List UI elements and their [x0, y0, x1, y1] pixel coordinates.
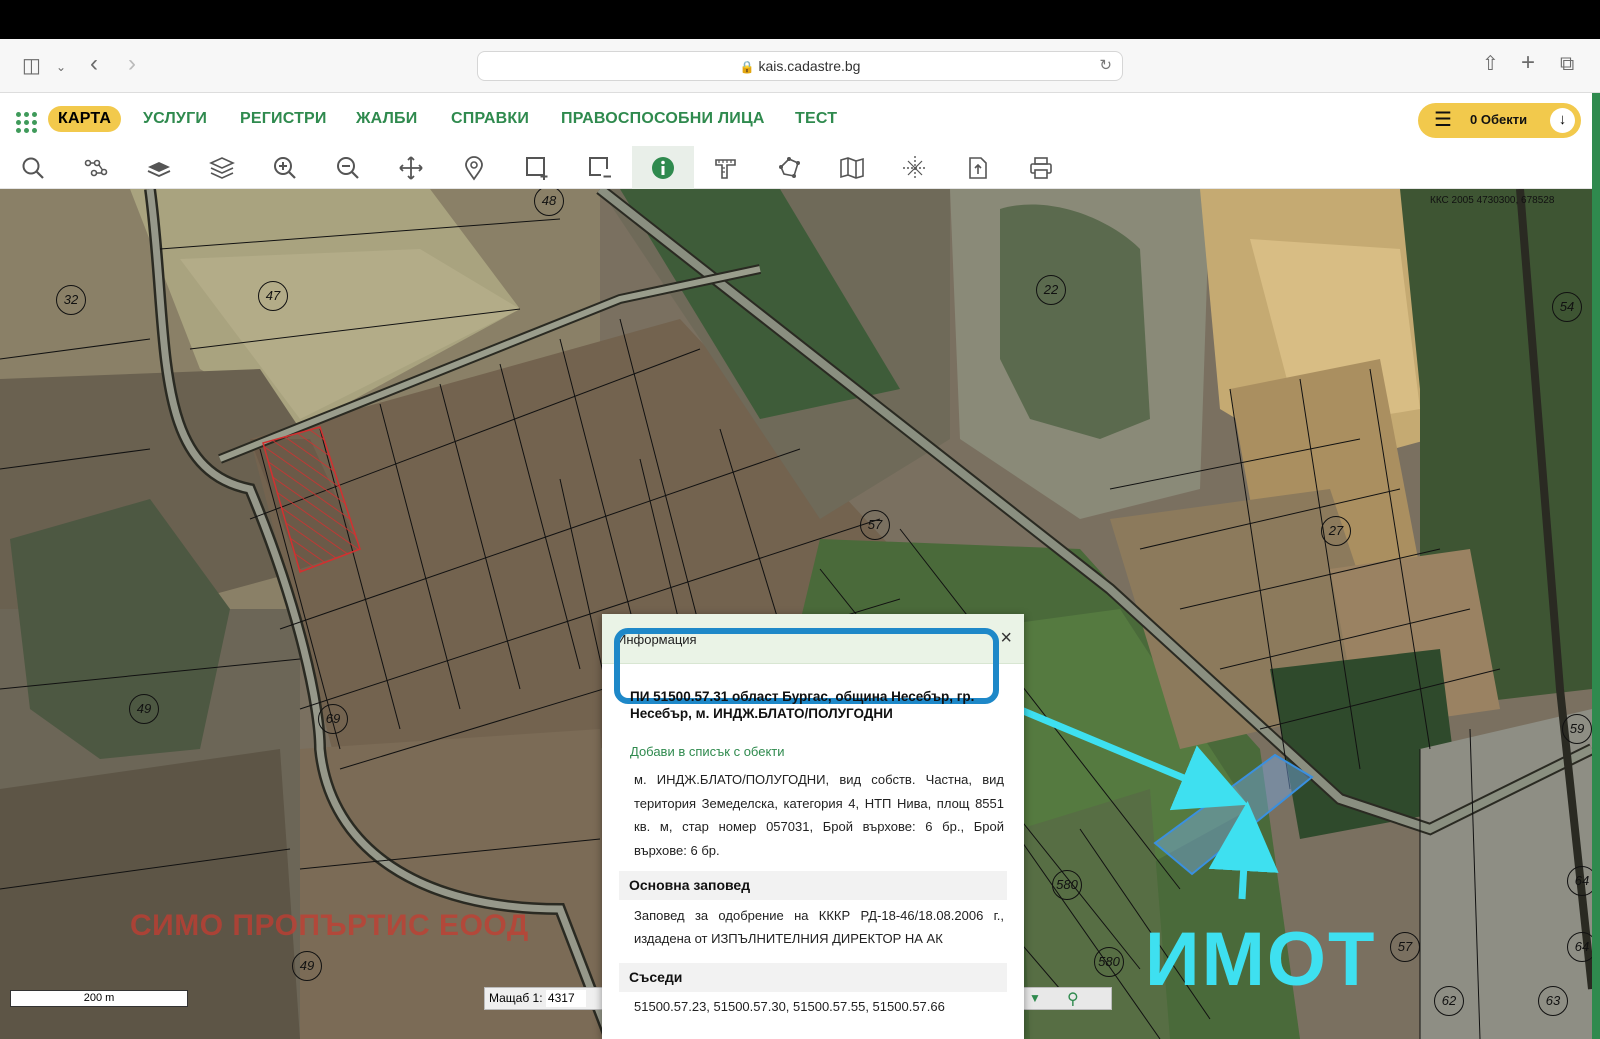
parcel-label: 64 [1567, 932, 1592, 962]
print-icon[interactable] [1010, 146, 1072, 189]
scale-control: Мащаб 1: [484, 987, 616, 1010]
map-icon[interactable] [821, 146, 883, 189]
parcel-label: 49 [129, 694, 159, 724]
lock-icon: 🔒 [739, 60, 755, 74]
parcel-label: 580 [1094, 947, 1124, 977]
scale-input[interactable] [545, 989, 586, 1007]
back-icon[interactable]: ‹ [90, 52, 98, 76]
parcel-description: м. ИНДЖ.БЛАТО/ПОЛУГОДНИ, вид собств. Час… [634, 772, 1004, 858]
chevron-down-icon[interactable]: ⌄ [56, 57, 66, 77]
parcel-identifier: ПИ 51500.57.31 област Бургас, община Нес… [630, 689, 975, 721]
section-main-order: Основна заповед [619, 871, 1007, 900]
url-text: kais.cadastre.bg [758, 58, 861, 74]
tabs-overview-icon[interactable]: ⧉ [1560, 54, 1574, 74]
reload-icon[interactable]: ↻ [1099, 52, 1112, 80]
polygon-icon[interactable] [758, 146, 820, 189]
close-icon[interactable]: × [1000, 627, 1012, 650]
parcel-label: 27 [1321, 516, 1351, 546]
location-pin-icon[interactable] [443, 146, 505, 189]
parcel-label: 59 [1562, 714, 1592, 744]
parcel-label: 57 [860, 510, 890, 540]
main-order-text: Заповед за одобрение на КККР РД-18-46/18… [634, 908, 1004, 946]
parcel-label: 47 [258, 281, 288, 311]
layer-icon[interactable] [128, 146, 190, 189]
map-search-control[interactable]: ▼ ⚲ [1022, 987, 1112, 1010]
select-rect-remove-icon[interactable] [569, 146, 631, 189]
crosshair-icon[interactable] [884, 146, 946, 189]
parcel-label: 62 [1434, 986, 1464, 1016]
section-neighbors: Съседи [619, 963, 1007, 992]
parcel-label: 22 [1036, 275, 1066, 305]
parcel-label: 580 [1052, 870, 1082, 900]
scale-bar: 200 m [10, 990, 188, 1007]
sidebar-toggle-icon[interactable]: ◫ [22, 56, 41, 76]
nav-uslugi[interactable]: УСЛУГИ [143, 110, 207, 128]
nav-karta[interactable]: КАРТА [48, 106, 122, 132]
map-toolbar [0, 146, 1600, 189]
parcel-label: 32 [56, 285, 86, 315]
info-icon[interactable] [632, 146, 694, 189]
forward-icon[interactable]: › [128, 52, 136, 76]
watermark-text: СИМО ПРОПЪРТИС ЕООД [130, 909, 529, 942]
network-icon[interactable] [65, 146, 127, 189]
parcel-label: 64 [1567, 866, 1592, 896]
nav-pravosposobni[interactable]: ПРАВОСПОСОБНИ ЛИЦА [561, 110, 765, 128]
layers-stack-icon[interactable] [191, 146, 253, 189]
parcel-label: 69 [318, 704, 348, 734]
site-navbar: КАРТА УСЛУГИ РЕГИСТРИ ЖАЛБИ СПРАВКИ ПРАВ… [0, 93, 1600, 146]
parcel-label: 54 [1552, 292, 1582, 322]
pan-icon[interactable] [380, 146, 442, 189]
search-icon[interactable]: ⚲ [1067, 989, 1079, 1009]
objects-count: 0 Обекти [1470, 112, 1528, 127]
measure-icon[interactable] [695, 146, 757, 189]
nav-spravki[interactable]: СПРАВКИ [451, 110, 529, 128]
add-to-list-link[interactable]: Добави в списък с обекти [630, 744, 785, 759]
dropdown-arrow-icon[interactable]: ▼ [1029, 991, 1041, 1005]
nav-registri[interactable]: РЕГИСТРИ [240, 110, 327, 128]
parcel-label: 49 [292, 951, 322, 981]
neighbors-text: 51500.57.23, 51500.57.30, 51500.57.55, 5… [634, 999, 945, 1014]
menu-icon: ☰ [1434, 109, 1452, 131]
nav-zhalbi[interactable]: ЖАЛБИ [356, 110, 417, 128]
zoom-out-icon[interactable] [317, 146, 379, 189]
browser-toolbar: ◫ ⌄ ‹ › 🔒 kais.cadastre.bg ↻ ⇧ + ⧉ [0, 39, 1600, 93]
parcel-label: 57 [1390, 932, 1420, 962]
property-annotation: ИМОТ [1145, 917, 1377, 1002]
address-bar[interactable]: 🔒 kais.cadastre.bg ↻ [477, 51, 1123, 81]
parcel-label: 63 [1538, 986, 1568, 1016]
info-panel: Информация × ПИ 51500.57.31 област Бурга… [602, 614, 1024, 1039]
objects-list-button[interactable]: ☰ 0 Обекти ↓ [1418, 103, 1581, 138]
scale-label: Мащаб 1: [489, 991, 543, 1005]
zoom-in-icon[interactable] [254, 146, 316, 189]
share-icon[interactable]: ⇧ [1482, 54, 1499, 74]
search-icon[interactable] [2, 146, 64, 189]
coordinate-readout: ККС 2005 4730300, 678528 [1430, 195, 1555, 206]
select-rect-add-icon[interactable] [506, 146, 568, 189]
download-arrow-icon: ↓ [1550, 108, 1575, 133]
apps-grid-icon[interactable] [16, 112, 38, 134]
new-tab-icon[interactable]: + [1521, 51, 1535, 75]
screen-top-bar [0, 0, 1600, 39]
nav-test[interactable]: ТЕСТ [795, 110, 837, 128]
page-scrollbar[interactable] [1592, 93, 1600, 1039]
export-icon[interactable] [947, 146, 1009, 189]
